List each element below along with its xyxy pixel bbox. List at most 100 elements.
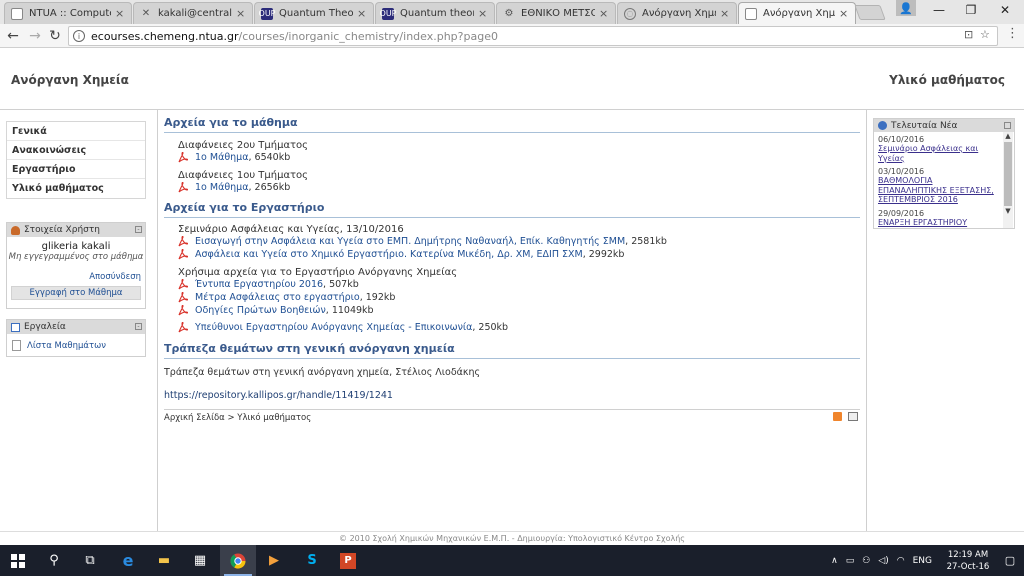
- news-scrollbar[interactable]: ▲ ▼: [1003, 132, 1013, 228]
- clock[interactable]: 12:19 AM 27-Oct-16: [940, 549, 996, 573]
- info-icon: [878, 121, 887, 130]
- file-link[interactable]: 1ο Μάθημα: [195, 182, 248, 193]
- tab-title: kakali@central.ntua: [158, 8, 232, 19]
- menu-item-course-material[interactable]: Υλικό μαθήματος: [7, 179, 145, 198]
- tab-quantum-theory-2[interactable]: OUP Quantum theory - ×: [375, 2, 495, 24]
- task-view-icon[interactable]: ⧉: [72, 545, 108, 576]
- file-link[interactable]: Υπεύθυνοι Εργαστηρίου Ανόργανης Χημείας …: [195, 322, 472, 333]
- tab-title: Quantum theory -: [400, 8, 474, 19]
- news-link[interactable]: ΕΝΑΡΞΗ ΕΡΓΑΣΤΗΡΙΟΥ ΑΝΟΡΓΑΝΗΣ ΧΗΜΕΙΑΣ: [878, 218, 998, 229]
- close-icon[interactable]: ×: [478, 7, 488, 20]
- powerpoint-icon[interactable]: P: [330, 545, 366, 576]
- news-link[interactable]: ΒΑΘΜΟΛΟΓΙΑ ΕΠΑΝΑΛΗΠΤΙΚΗΣ ΕΞΕΤΑΣΗΣ, ΣΕΠΤΕ…: [878, 176, 998, 205]
- file-size: , 2581kb: [625, 236, 667, 247]
- logout-link[interactable]: Αποσύνδεση: [7, 272, 141, 282]
- file-size: , 2992kb: [582, 249, 625, 260]
- forward-arrow-icon[interactable]: →: [26, 27, 44, 45]
- enroll-button[interactable]: Εγγραφή στο Μάθημα: [11, 286, 141, 300]
- new-tab-button[interactable]: [854, 5, 886, 20]
- file-size: , 250kb: [472, 322, 509, 333]
- taskbar: ⚲ ⧉ e ▬ ▦ ▶ S P ∧ ▭ ⚇ ◁) ◠ ENG 12:19 AM …: [0, 545, 1024, 576]
- user-profile-icon[interactable]: 👤: [896, 0, 916, 16]
- notifications-icon[interactable]: ▢: [996, 554, 1024, 567]
- language-indicator[interactable]: ENG: [913, 556, 932, 566]
- file-link[interactable]: Μέτρα Ασφάλειας στο εργαστήριο: [195, 292, 360, 303]
- file-item[interactable]: Υπεύθυνοι Εργαστηρίου Ανόργανης Χημείας …: [178, 322, 508, 333]
- rss-icon[interactable]: [833, 412, 842, 421]
- file-link[interactable]: 1ο Μάθημα: [195, 152, 248, 163]
- close-icon[interactable]: ×: [839, 7, 849, 20]
- file-item[interactable]: Οδηγίες Πρώτων Βοηθειών, 11049kb: [178, 305, 374, 316]
- minimize-icon[interactable]: —: [924, 0, 954, 20]
- file-link[interactable]: Έντυπα Εργαστηρίου 2016: [195, 279, 323, 290]
- address-bar[interactable]: i ecourses.chemeng.ntua.gr/courses/inorg…: [68, 26, 998, 46]
- tab-inorganic-chemistry-1[interactable]: ◌ Ανόργανη Χημεία ×: [617, 2, 737, 24]
- file-item[interactable]: 1ο Μάθημα, 6540kb: [178, 152, 290, 163]
- tab-mail[interactable]: ✕ kakali@central.ntua ×: [133, 2, 253, 24]
- menu-item-announcements[interactable]: Ανακοινώσεις: [7, 141, 145, 160]
- scroll-down-icon[interactable]: ▼: [1003, 207, 1013, 216]
- restore-icon[interactable]: ❐: [956, 0, 986, 20]
- minimize-block-icon[interactable]: -: [135, 323, 142, 330]
- wifi-icon[interactable]: ◠: [897, 556, 905, 566]
- back-arrow-icon[interactable]: ←: [4, 27, 22, 45]
- close-icon[interactable]: ×: [357, 7, 367, 20]
- media-player-icon[interactable]: ▶: [256, 545, 292, 576]
- scroll-thumb[interactable]: [1004, 142, 1012, 206]
- file-item[interactable]: Εισαγωγή στην Ασφάλεια και Υγεία στο ΕΜΠ…: [178, 236, 667, 247]
- info-icon[interactable]: i: [73, 30, 85, 42]
- chevron-up-icon[interactable]: ∧: [831, 556, 838, 566]
- windows-start-icon[interactable]: [0, 545, 36, 576]
- menu-item-general[interactable]: Γενικά: [7, 122, 145, 141]
- people-icon[interactable]: ⚇: [862, 556, 870, 566]
- close-icon[interactable]: ×: [599, 7, 609, 20]
- file-link[interactable]: Ασφάλεια και Υγεία στο Χημικό Εργαστήριο…: [195, 249, 583, 260]
- file-item[interactable]: Έντυπα Εργαστηρίου 2016, 507kb: [178, 279, 359, 290]
- clock-time: 12:19 AM: [947, 549, 989, 560]
- window-icon: [11, 322, 20, 332]
- file-item[interactable]: 1ο Μάθημα, 2656kb: [178, 182, 290, 193]
- search-icon[interactable]: ⚲: [36, 545, 72, 576]
- minimize-block-icon[interactable]: [1004, 122, 1011, 129]
- window-close-icon[interactable]: ✕: [990, 0, 1020, 20]
- close-icon[interactable]: ×: [236, 7, 246, 20]
- minimize-block-icon[interactable]: -: [135, 226, 142, 233]
- news-link[interactable]: Σεμινάριο Ασφάλειας και Υγείας: [878, 144, 998, 163]
- breadcrumb-text[interactable]: Αρχική Σελίδα > Υλικό μαθήματος: [164, 413, 311, 423]
- file-explorer-icon[interactable]: ▬: [146, 545, 182, 576]
- menu-icon[interactable]: ⋮: [1006, 26, 1019, 41]
- scroll-up-icon[interactable]: ▲: [1003, 132, 1013, 141]
- close-icon[interactable]: ×: [115, 7, 125, 20]
- menu-item-laboratory[interactable]: Εργαστήριο: [7, 160, 145, 179]
- battery-icon[interactable]: ▭: [846, 556, 855, 566]
- site-title[interactable]: Ανόργανη Χημεία: [11, 73, 129, 87]
- section-heading-course-files: Αρχεία για το μάθημα: [164, 116, 860, 133]
- reload-icon[interactable]: ↻: [46, 27, 64, 45]
- course-list-link[interactable]: Λίστα Μαθημάτων: [7, 334, 145, 357]
- store-icon[interactable]: ▦: [182, 545, 218, 576]
- file-item[interactable]: Ασφάλεια και Υγεία στο Χημικό Εργαστήριο…: [178, 249, 624, 260]
- tab-ntua[interactable]: ⚙ ΕΘΝΙΚΟ ΜΕΤΣΟΒΙ ×: [496, 2, 616, 24]
- page-icon: [11, 7, 23, 20]
- chrome-icon[interactable]: [220, 545, 256, 576]
- question-bank-url[interactable]: https://repository.kallipos.gr/handle/11…: [164, 390, 393, 401]
- close-icon[interactable]: ×: [720, 7, 730, 20]
- tab-inorganic-chemistry-active[interactable]: Ανόργανη Χημεία ×: [738, 2, 856, 24]
- skype-icon[interactable]: S: [294, 545, 330, 576]
- tab-ntua-computer[interactable]: NTUA :: Computer ×: [4, 2, 132, 24]
- user-name: glikeria kakali: [41, 241, 111, 252]
- volume-icon[interactable]: ◁): [878, 556, 888, 566]
- user-icon: [11, 225, 20, 235]
- tab-quantum-theory-1[interactable]: OUP Quantum Theory ×: [254, 2, 374, 24]
- edge-browser-icon[interactable]: e: [110, 545, 146, 576]
- file-link[interactable]: Οδηγίες Πρώτων Βοηθειών: [195, 305, 326, 316]
- bookmark-star-icon[interactable]: ☆: [980, 28, 990, 41]
- print-icon[interactable]: [848, 412, 858, 421]
- translate-icon[interactable]: ⊡: [964, 28, 973, 41]
- system-tray: ∧ ▭ ⚇ ◁) ◠ ENG 12:19 AM 27-Oct-16 ▢: [831, 545, 1024, 576]
- news-list: 06/10/2016 Σεμινάριο Ασφάλειας και Υγεία…: [874, 132, 1002, 228]
- file-link[interactable]: Εισαγωγή στην Ασφάλεια και Υγεία στο ΕΜΠ…: [195, 236, 625, 247]
- tab-title: ΕΘΝΙΚΟ ΜΕΤΣΟΒΙ: [521, 8, 595, 19]
- file-item[interactable]: Μέτρα Ασφάλειας στο εργαστήριο, 192kb: [178, 292, 395, 303]
- document-icon: [12, 340, 21, 351]
